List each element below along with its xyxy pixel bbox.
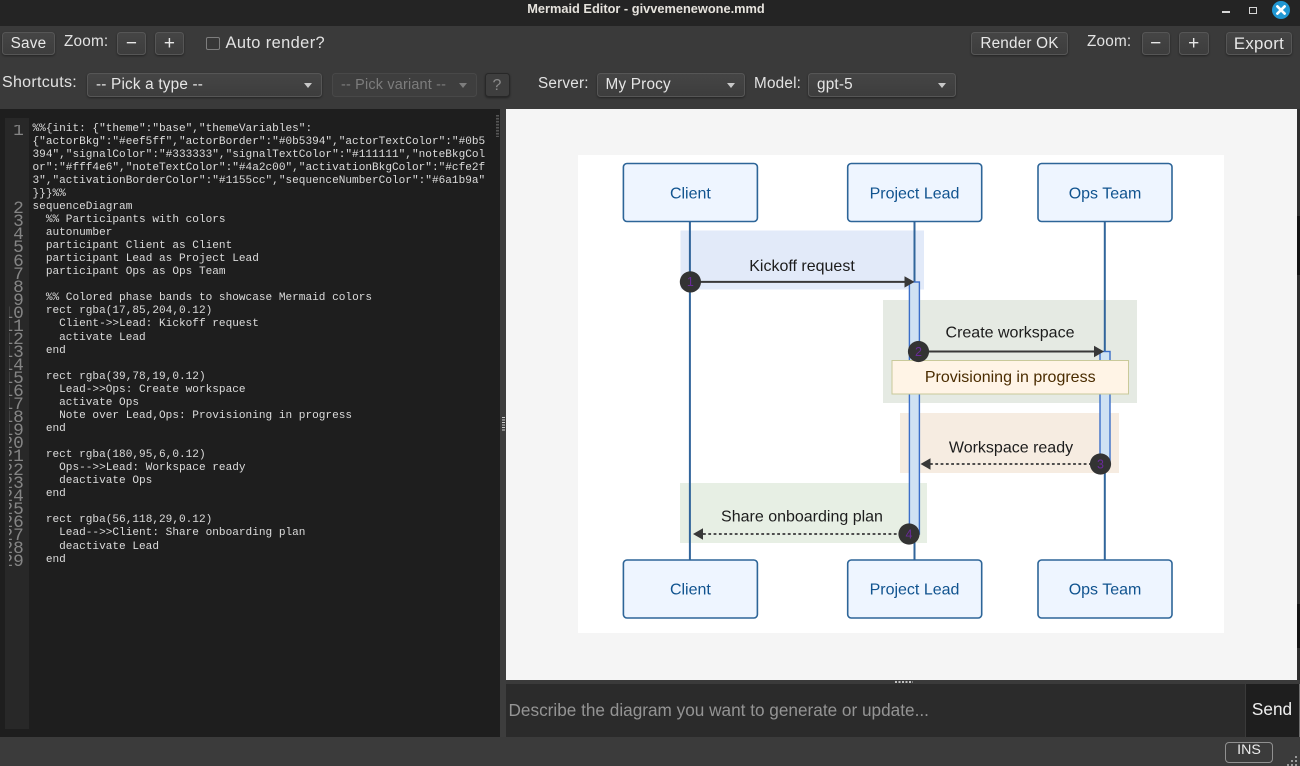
- svg-text:Client: Client: [670, 582, 711, 599]
- svg-text:2: 2: [915, 345, 922, 359]
- svg-text:4: 4: [906, 527, 913, 541]
- svg-text:Ops Team: Ops Team: [1069, 582, 1142, 599]
- svg-text:Ops Team: Ops Team: [1069, 186, 1142, 203]
- svg-text:1: 1: [687, 275, 694, 289]
- svg-text:Workspace ready: Workspace ready: [949, 440, 1073, 457]
- svg-text:Project Lead: Project Lead: [870, 582, 960, 599]
- svg-text:Share onboarding plan: Share onboarding plan: [721, 509, 883, 526]
- svg-text:Provisioning in progress: Provisioning in progress: [925, 369, 1096, 386]
- svg-text:Create workspace: Create workspace: [946, 325, 1075, 342]
- svg-text:Kickoff request: Kickoff request: [749, 258, 855, 275]
- svg-text:3: 3: [1097, 457, 1104, 471]
- svg-text:Project Lead: Project Lead: [870, 186, 960, 203]
- svg-text:Client: Client: [670, 186, 711, 203]
